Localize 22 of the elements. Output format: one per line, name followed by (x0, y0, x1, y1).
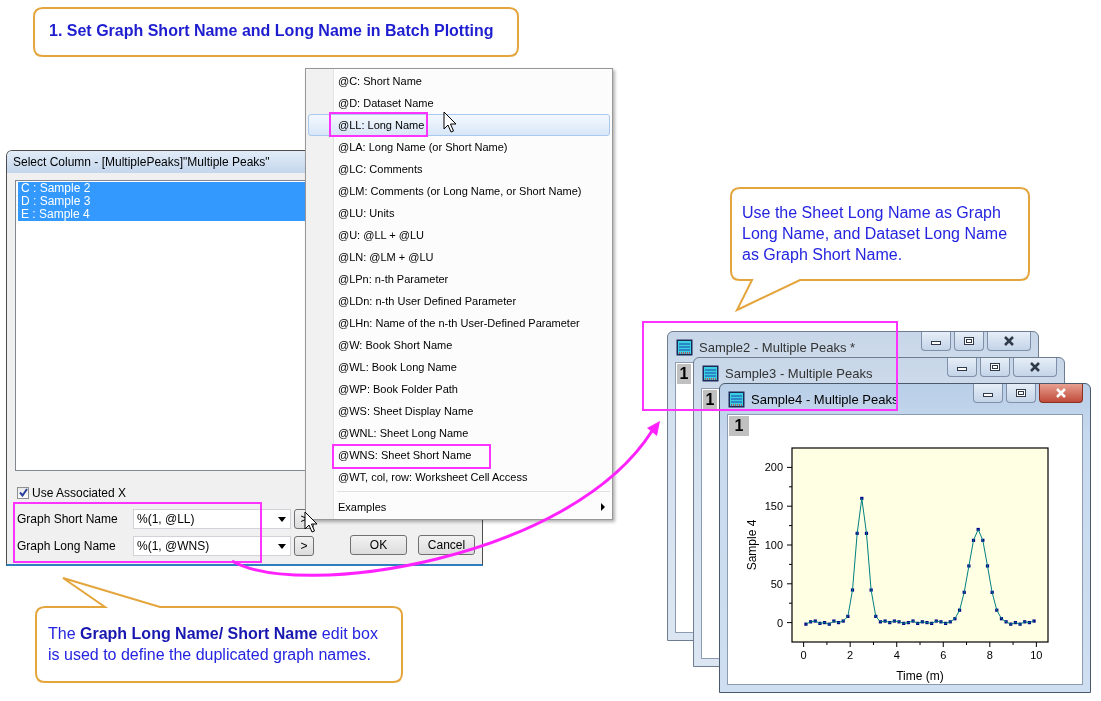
axis-title: Time (m) (896, 669, 944, 683)
window-title: Select Column - [MultiplePeaks]"Multiple Peaks" (13, 155, 270, 169)
tick-label: 10 (1030, 649, 1043, 661)
callout-text: The Graph Long Name/ Short Name edit box is used to define the duplicated graph names. (48, 624, 379, 665)
tick-label: 0 (776, 616, 783, 629)
window-title: Sample3 - Multiple Peaks (725, 365, 873, 381)
tick-label: 4 (893, 649, 900, 661)
callout-text: Use the Sheet Long Name as Graph Long Name, and Dataset Long Name as Graph Short Name. (742, 203, 1009, 265)
field-label: Graph Long Name (17, 539, 117, 553)
field-label: Graph Short Name (17, 512, 119, 526)
checkbox-label: Use Associated X (32, 485, 127, 500)
tick-label: 0 (800, 649, 807, 661)
callout-text: 1. Set Graph Short Name and Long Name in Batch Plotting (49, 21, 494, 41)
tick-label: 150 (764, 500, 783, 513)
tick-label: 200 (764, 461, 783, 474)
tick-label: 2 (847, 649, 854, 661)
tick-label: 50 (770, 577, 783, 590)
tick-label: 8 (986, 649, 993, 661)
window-title: Sample2 - Multiple Peaks * (699, 339, 856, 355)
tick-label: 6 (940, 649, 947, 661)
axis-title: Sample 4 (745, 519, 759, 571)
tick-label: 100 (764, 539, 783, 551)
